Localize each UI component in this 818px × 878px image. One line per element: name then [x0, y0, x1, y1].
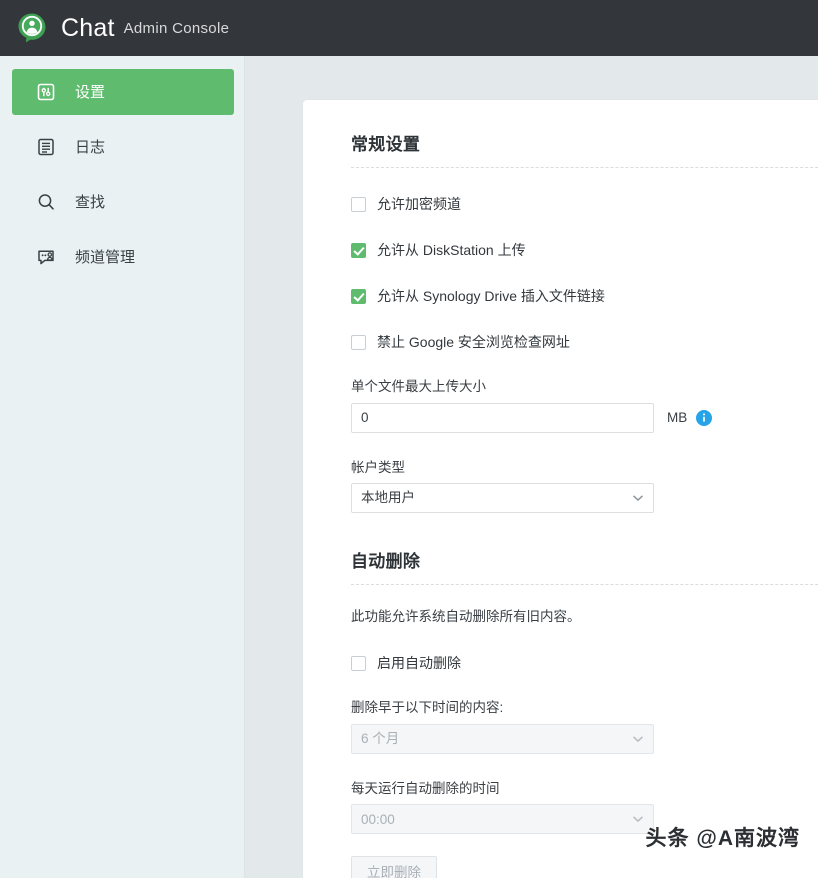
checkbox-row-synology-drive-link[interactable]: 允许从 Synology Drive 插入文件链接	[351, 286, 818, 306]
sidebar-item-label: 频道管理	[75, 250, 135, 265]
general-section-header: 常规设置	[351, 130, 818, 168]
checkbox-enable-auto-delete[interactable]	[351, 656, 366, 671]
log-list-icon	[34, 135, 58, 159]
checkbox-diskstation-upload[interactable]	[351, 243, 366, 258]
checkbox-encrypted-channel[interactable]	[351, 197, 366, 212]
checkbox-row-enable-auto-delete[interactable]: 启用自动删除	[351, 653, 818, 673]
older-than-value: 6 个月	[361, 732, 632, 746]
max-file-size-line: MB	[351, 403, 818, 433]
body-container: 设置 日志 查找	[0, 56, 818, 878]
settings-sliders-icon	[34, 80, 58, 104]
older-than-select: 6 个月	[351, 724, 654, 754]
chevron-down-icon	[632, 492, 644, 504]
sidebar-item-channel-manage[interactable]: 频道管理	[12, 234, 234, 280]
general-section-title: 常规设置	[351, 130, 818, 167]
chat-bubble-person-icon	[16, 12, 48, 44]
max-file-size-group: 单个文件最大上传大小 MB	[351, 378, 818, 433]
auto-delete-section-title: 自动删除	[351, 547, 818, 584]
checkbox-row-encrypted-channel[interactable]: 允许加密频道	[351, 194, 818, 214]
sidebar-item-label: 日志	[75, 140, 105, 155]
sidebar-item-label: 查找	[75, 195, 105, 210]
run-time-select: 00:00	[351, 804, 654, 834]
sidebar-item-search[interactable]: 查找	[12, 179, 234, 225]
sidebar-item-settings[interactable]: 设置	[12, 69, 234, 115]
content-area: 常规设置 允许加密频道 允许从 DiskStation 上传 允许从 Synol…	[245, 56, 818, 878]
account-type-value: 本地用户	[361, 491, 632, 505]
sidebar: 设置 日志 查找	[0, 56, 245, 878]
app-header: Chat Admin Console	[0, 0, 818, 56]
checkbox-disable-google-safe-browsing[interactable]	[351, 335, 366, 350]
older-than-group: 删除早于以下时间的内容: 6 个月	[351, 699, 818, 754]
chevron-down-icon	[632, 733, 644, 745]
max-file-size-unit: MB	[667, 410, 687, 425]
checkbox-synology-drive-link[interactable]	[351, 289, 366, 304]
section-gap	[351, 513, 818, 547]
app-title: Chat	[61, 16, 115, 41]
max-file-size-input[interactable]	[351, 403, 654, 433]
channel-manage-icon	[34, 245, 58, 269]
search-icon	[34, 190, 58, 214]
checkbox-label: 允许加密频道	[377, 197, 461, 211]
checkbox-label: 允许从 Synology Drive 插入文件链接	[377, 289, 605, 303]
checkbox-label: 启用自动删除	[377, 656, 461, 670]
account-type-label: 帐户类型	[351, 459, 818, 477]
checkbox-row-disable-google-safe-browsing[interactable]: 禁止 Google 安全浏览检查网址	[351, 332, 818, 352]
info-icon[interactable]	[696, 410, 712, 426]
checkbox-row-diskstation-upload[interactable]: 允许从 DiskStation 上传	[351, 240, 818, 260]
run-time-value: 00:00	[361, 813, 632, 827]
checkbox-label: 允许从 DiskStation 上传	[377, 243, 526, 257]
settings-card-inner: 常规设置 允许加密频道 允许从 DiskStation 上传 允许从 Synol…	[303, 130, 818, 878]
sidebar-item-label: 设置	[75, 85, 105, 100]
sidebar-item-logs[interactable]: 日志	[12, 124, 234, 170]
older-than-label: 删除早于以下时间的内容:	[351, 699, 818, 717]
auto-delete-description: 此功能允许系统自动删除所有旧内容。	[351, 607, 818, 627]
checkbox-label: 禁止 Google 安全浏览检查网址	[377, 335, 570, 349]
account-type-group: 帐户类型 本地用户	[351, 459, 818, 514]
watermark-text: 头条 @A南波湾	[646, 822, 800, 852]
app-subtitle: Admin Console	[124, 21, 230, 36]
settings-card: 常规设置 允许加密频道 允许从 DiskStation 上传 允许从 Synol…	[303, 100, 818, 878]
chevron-down-icon	[632, 813, 644, 825]
delete-now-button: 立即删除	[351, 856, 437, 878]
account-type-select[interactable]: 本地用户	[351, 483, 654, 513]
run-time-label: 每天运行自动删除的时间	[351, 780, 818, 798]
max-file-size-label: 单个文件最大上传大小	[351, 378, 818, 396]
auto-delete-section-header: 自动删除	[351, 547, 818, 585]
